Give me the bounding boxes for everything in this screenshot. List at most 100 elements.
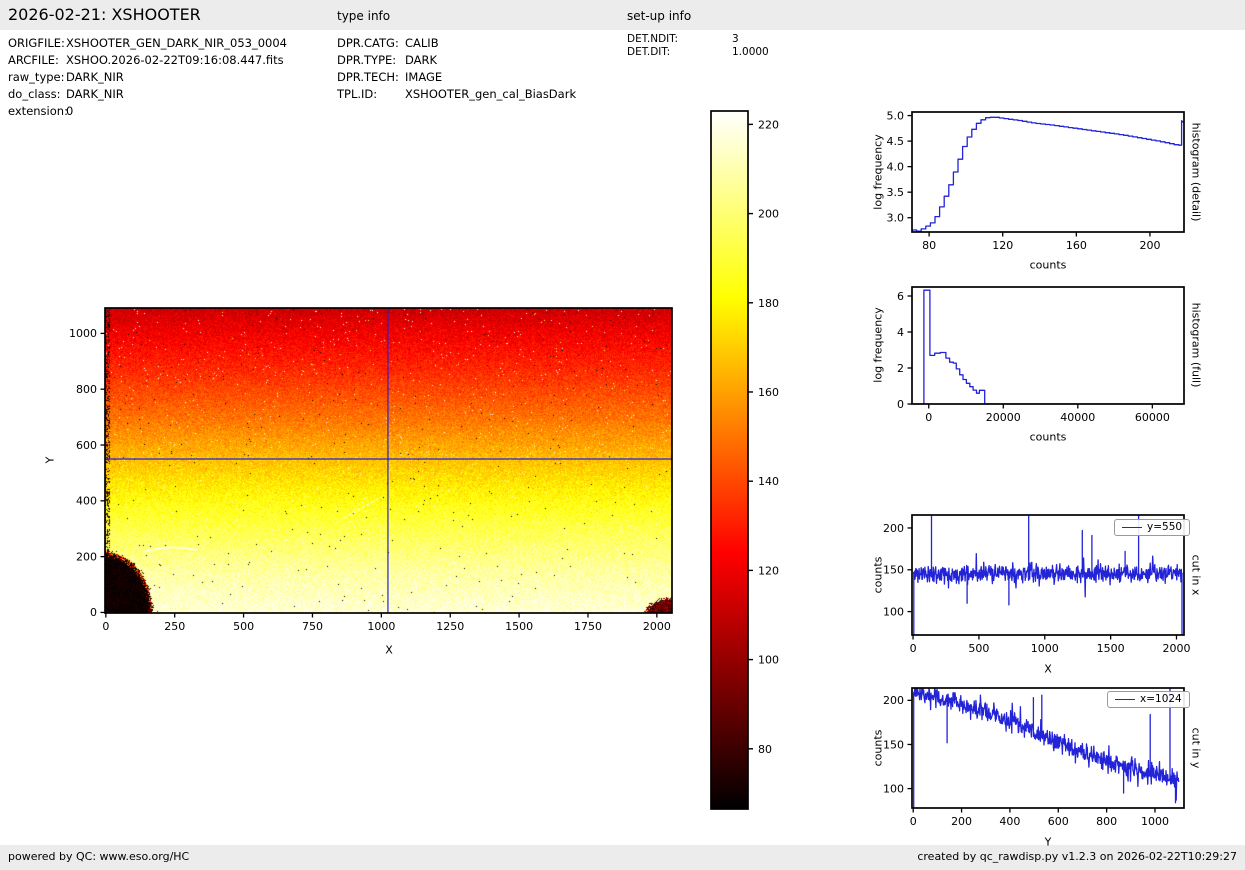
- cut-y-legend: x=1024: [1107, 691, 1190, 708]
- cut-y-xlabel: Y: [1045, 836, 1052, 849]
- svg-text:2000: 2000: [643, 620, 671, 633]
- svg-text:100: 100: [883, 782, 904, 795]
- svg-text:5.0: 5.0: [887, 109, 905, 122]
- svg-text:150: 150: [883, 564, 904, 577]
- svg-text:4: 4: [897, 326, 904, 339]
- type-info-heading: type info: [337, 9, 390, 23]
- page-title: 2026-02-21: XSHOOTER: [8, 5, 201, 24]
- metadata-value: 1.0000: [732, 46, 769, 58]
- svg-text:400: 400: [76, 495, 97, 508]
- metadata-row: TPL.ID:XSHOOTER_gen_cal_BiasDark: [337, 85, 576, 102]
- svg-text:120: 120: [992, 239, 1013, 252]
- svg-text:80: 80: [758, 743, 772, 756]
- svg-text:600: 600: [76, 439, 97, 452]
- svg-text:6: 6: [897, 290, 904, 303]
- cut-x-legend: y=550: [1114, 519, 1190, 536]
- svg-text:80: 80: [922, 239, 936, 252]
- metadata-row: DET.DIT:1.0000: [627, 45, 769, 58]
- metadata-row: raw_type:DARK_NIR: [8, 68, 287, 85]
- metadata-label: TPL.ID:: [337, 87, 405, 101]
- metadata-value: XSHOO.2026-02-22T09:16:08.447.fits: [66, 53, 284, 67]
- svg-text:1500: 1500: [505, 620, 533, 633]
- metadata-label: DET.DIT:: [627, 46, 732, 58]
- svg-text:200: 200: [883, 694, 904, 707]
- metadata-value: 3: [732, 33, 739, 45]
- svg-text:1000: 1000: [367, 620, 395, 633]
- svg-text:600: 600: [1048, 815, 1069, 828]
- svg-text:200: 200: [951, 815, 972, 828]
- metadata-value: XSHOOTER_gen_cal_BiasDark: [405, 87, 576, 101]
- svg-text:200: 200: [883, 522, 904, 535]
- svg-text:150: 150: [883, 738, 904, 751]
- svg-text:200: 200: [758, 208, 779, 221]
- svg-text:500: 500: [233, 620, 254, 633]
- cut-y-ylabel: counts: [872, 730, 885, 767]
- svg-text:140: 140: [758, 475, 779, 488]
- metadata-label: ORIGFILE:: [8, 36, 66, 50]
- footer-bar: powered by QC: www.eso.org/HC created by…: [0, 845, 1245, 870]
- svg-text:3.0: 3.0: [887, 212, 905, 225]
- type-info-metadata: DPR.CATG:CALIB DPR.TYPE:DARK DPR.TECH:IM…: [337, 34, 576, 102]
- metadata-label: DPR.TYPE:: [337, 53, 405, 67]
- setup-info-heading: set-up info: [627, 9, 691, 23]
- metadata-label: do_class:: [8, 87, 66, 101]
- legend-label: y=550: [1147, 521, 1182, 533]
- metadata-label: DPR.CATG:: [337, 36, 405, 50]
- svg-text:1250: 1250: [436, 620, 464, 633]
- metadata-value: DARK: [405, 53, 437, 67]
- svg-text:1000: 1000: [69, 327, 97, 340]
- svg-text:120: 120: [758, 564, 779, 577]
- svg-text:1000: 1000: [1141, 815, 1169, 828]
- hist-full-right-label: histogram (full): [1190, 303, 1203, 388]
- metadata-value: IMAGE: [405, 70, 442, 84]
- metadata-row: do_class:DARK_NIR: [8, 85, 287, 102]
- main-xlabel: X: [385, 644, 393, 657]
- svg-text:0: 0: [897, 398, 904, 411]
- metadata-label: DET.NDIT:: [627, 33, 732, 45]
- legend-label: x=1024: [1140, 693, 1182, 705]
- metadata-label: DPR.TECH:: [337, 70, 405, 84]
- colorbar: 80100120140160180200220: [711, 111, 748, 809]
- hist-detail-ylabel: log frequency: [872, 134, 885, 209]
- svg-text:20000: 20000: [986, 411, 1021, 424]
- svg-text:400: 400: [999, 815, 1020, 828]
- svg-text:40000: 40000: [1060, 411, 1095, 424]
- legend-line-sample: [1122, 527, 1142, 528]
- cut-x-right-label: cut in x: [1190, 555, 1203, 596]
- hist-full-ylabel: log frequency: [872, 307, 885, 382]
- svg-text:800: 800: [76, 383, 97, 396]
- hist-full-xlabel: counts: [1030, 431, 1067, 444]
- svg-text:1000: 1000: [1031, 642, 1059, 655]
- metadata-value: XSHOOTER_GEN_DARK_NIR_053_0004: [66, 36, 287, 50]
- legend-line-sample: [1115, 699, 1135, 700]
- svg-text:0: 0: [910, 815, 917, 828]
- svg-text:200: 200: [76, 550, 97, 563]
- metadata-row: DPR.TYPE:DARK: [337, 51, 576, 68]
- svg-text:160: 160: [758, 386, 779, 399]
- cut-x-xlabel: X: [1044, 663, 1052, 676]
- svg-text:800: 800: [1096, 815, 1117, 828]
- histogram-full-plot: 02000040000600000246: [912, 287, 1184, 404]
- svg-text:220: 220: [758, 118, 779, 131]
- metadata-value: DARK_NIR: [66, 70, 124, 84]
- metadata-row: extension:0: [8, 102, 287, 119]
- metadata-value: 0: [66, 104, 73, 118]
- cut-x-ylabel: counts: [872, 557, 885, 594]
- svg-text:0: 0: [90, 606, 97, 619]
- metadata-row: ORIGFILE:XSHOOTER_GEN_DARK_NIR_053_0004: [8, 34, 287, 51]
- svg-text:180: 180: [758, 297, 779, 310]
- svg-text:100: 100: [758, 654, 779, 667]
- hist-detail-xlabel: counts: [1030, 259, 1067, 272]
- svg-text:500: 500: [968, 642, 989, 655]
- file-metadata: ORIGFILE:XSHOOTER_GEN_DARK_NIR_053_0004 …: [8, 34, 287, 119]
- metadata-row: DPR.CATG:CALIB: [337, 34, 576, 51]
- metadata-value: CALIB: [405, 36, 439, 50]
- histogram-detail-plot: 801201602003.03.54.04.55.0: [912, 112, 1184, 232]
- svg-text:0: 0: [925, 411, 932, 424]
- svg-text:250: 250: [164, 620, 185, 633]
- hist-detail-right-label: histogram (detail): [1190, 123, 1203, 222]
- svg-text:160: 160: [1066, 239, 1087, 252]
- metadata-label: extension:: [8, 104, 66, 118]
- svg-text:100: 100: [883, 605, 904, 618]
- svg-text:750: 750: [302, 620, 323, 633]
